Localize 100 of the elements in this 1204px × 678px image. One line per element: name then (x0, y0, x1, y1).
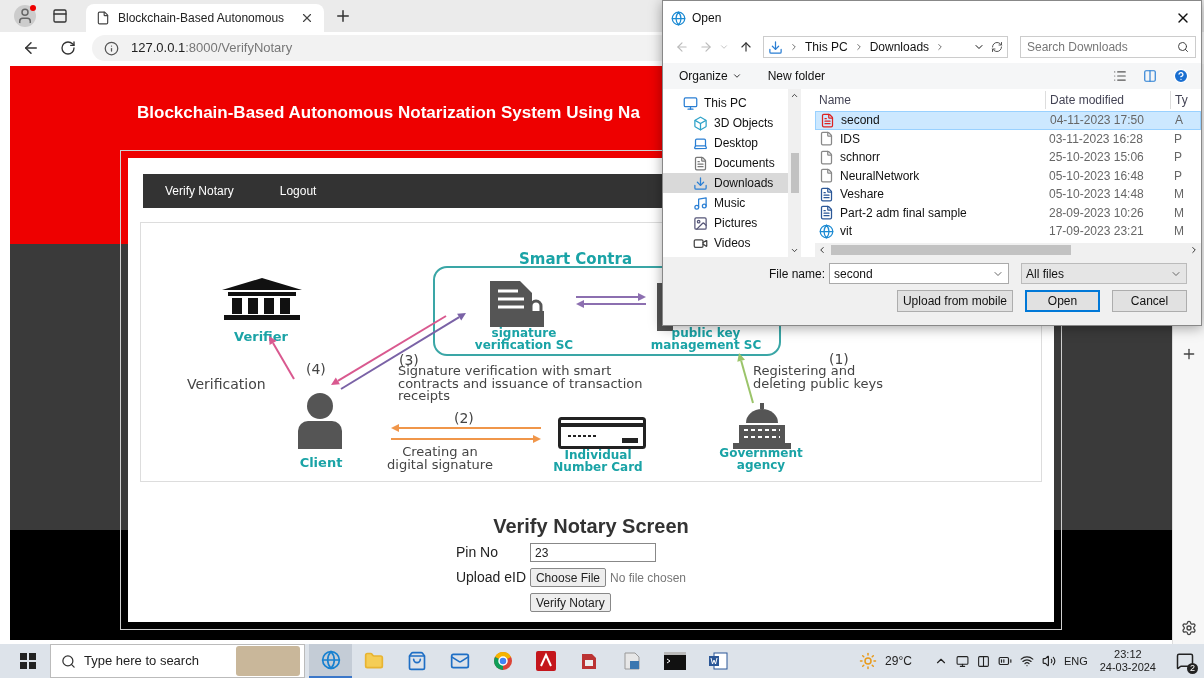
navigation-item[interactable]: This PC (663, 93, 788, 113)
file-name-field[interactable]: second (829, 263, 1009, 284)
scrollbar-thumb[interactable] (790, 153, 799, 193)
path-segment[interactable]: Downloads (869, 38, 930, 56)
search-field[interactable]: Search Downloads (1020, 36, 1196, 58)
file-type: M (1173, 223, 1185, 241)
column-header[interactable]: Ty (1170, 91, 1201, 109)
diagram-caption: Creating an digital signature (386, 446, 494, 471)
search-icon (61, 653, 76, 669)
language-indicator[interactable]: ENG (1063, 652, 1088, 670)
profile-icon[interactable] (14, 5, 36, 27)
verify-button[interactable]: Verify Notary (529, 593, 611, 612)
browser-tab[interactable]: Blockchain-Based Autonomous (86, 4, 325, 32)
column-header[interactable]: Date modified (1045, 91, 1170, 109)
step-number: (4) (306, 360, 326, 379)
start-icon[interactable] (20, 653, 36, 669)
separator-icon (789, 42, 799, 52)
file-row[interactable]: NeuralNetwork 05-10-2023 16:48 P (815, 166, 1201, 185)
new-folder-button[interactable]: New folder (767, 67, 826, 85)
diagram-label: public key management SC (649, 327, 763, 351)
music-note-icon (693, 195, 708, 211)
envelope-icon (449, 651, 470, 671)
scroll-up-icon[interactable] (790, 91, 799, 100)
view-options-icon[interactable] (1113, 69, 1127, 83)
back-icon[interactable] (22, 39, 40, 57)
dialog-button[interactable]: Open (1025, 290, 1100, 312)
file-name: schnorr (840, 149, 880, 167)
clock[interactable]: 23:12 24-03-2024 (1099, 648, 1156, 674)
shopping-bag-icon (406, 651, 427, 671)
volume-icon[interactable] (1041, 654, 1056, 668)
diagram-label: signature verification SC (473, 327, 575, 351)
nav-link[interactable]: Logout (279, 182, 317, 200)
navigation-item[interactable]: Music (663, 193, 788, 213)
navigation-item[interactable]: Downloads (663, 173, 788, 193)
scrollbar-thumb[interactable] (831, 245, 1071, 255)
nav-link[interactable]: Verify Notary (165, 182, 234, 200)
capitol-building-icon (731, 403, 793, 449)
help-icon[interactable] (1173, 68, 1189, 84)
diagram-label: Individual Number Card (552, 449, 644, 473)
file-row[interactable]: schnorr 25-10-2023 15:06 P (815, 148, 1201, 167)
word-document-icon (819, 205, 834, 221)
diagram-label: Client (298, 457, 344, 469)
info-icon[interactable] (104, 40, 119, 56)
tray-icon[interactable] (976, 654, 990, 668)
navigation-item[interactable]: Documents (663, 153, 788, 173)
file-date: 03-11-2023 16:28 (1048, 130, 1144, 148)
field-label: Pin No (455, 543, 499, 562)
tab-actions-icon[interactable] (52, 8, 68, 24)
dialog-button[interactable]: Upload from mobile (896, 290, 1013, 312)
file-row[interactable]: Veshare 05-10-2023 14:48 M (815, 185, 1201, 204)
wifi-icon[interactable] (1019, 654, 1034, 668)
pdf-file-icon (820, 112, 835, 128)
step-number: (3) (399, 351, 419, 368)
file-row[interactable]: Part-2 adm final sample 28-09-2023 10:26 M (815, 203, 1201, 222)
file-name: IDS (840, 130, 860, 148)
organize-menu[interactable]: Organize (679, 67, 742, 85)
terminal-icon (663, 652, 686, 670)
settings-icon[interactable] (1180, 620, 1197, 636)
taskbar-search-field[interactable]: Type here to search (50, 644, 305, 678)
file-status: No file chosen (610, 569, 687, 587)
file-icon (819, 149, 834, 165)
navigation-item[interactable]: Desktop (663, 133, 788, 153)
preview-pane-icon[interactable] (1143, 69, 1157, 83)
text-field[interactable]: 23 (529, 543, 656, 562)
file-row[interactable]: vit 17-09-2023 23:21 M (815, 222, 1201, 241)
arrow (737, 353, 754, 404)
picture-icon (693, 215, 708, 231)
choose-file-button[interactable]: Choose File (529, 568, 606, 587)
navigation-item[interactable]: Videos (663, 233, 788, 253)
scroll-left-icon[interactable] (817, 245, 827, 255)
file-name: vit (840, 223, 852, 241)
file-row[interactable]: IDS 03-11-2023 16:28 P (815, 129, 1201, 148)
file-type-select[interactable]: All files (1021, 263, 1187, 284)
path-segment[interactable]: This PC (805, 38, 848, 56)
dialog-button[interactable]: Cancel (1112, 290, 1187, 312)
search-placeholder: Search Downloads (1027, 39, 1128, 56)
scroll-down-icon[interactable] (790, 246, 799, 255)
word-document-icon (819, 186, 834, 202)
navigation-item[interactable]: Pictures (663, 213, 788, 233)
diagram-title: Smart Contra (519, 251, 633, 267)
site-title: Blockchain-Based Autonomous Notarization System Using Na (137, 102, 640, 124)
up-icon[interactable] (739, 40, 753, 54)
file-type: P (1173, 130, 1183, 148)
file-type: P (1173, 149, 1183, 167)
field-label: Upload eID (455, 568, 527, 587)
url-text: 127.0.0.1:8000/VerifyNotary (131, 39, 293, 58)
scroll-right-icon[interactable] (1189, 245, 1199, 255)
tray-icon[interactable] (955, 654, 969, 668)
reload-icon[interactable] (60, 40, 76, 56)
search-highlight-picture (236, 646, 300, 676)
battery-icon[interactable] (997, 654, 1012, 668)
column-header[interactable]: Name (815, 91, 1045, 109)
refresh-icon[interactable] (991, 41, 1003, 53)
path-field[interactable]: This PC Downloads (763, 36, 1008, 58)
file-row[interactable]: second 04-11-2023 17:50 A (815, 111, 1201, 130)
file-type: A (1174, 112, 1184, 130)
dialog-title: Open (692, 10, 722, 27)
navigation-item[interactable]: 3D Objects (663, 113, 788, 133)
notification-button[interactable]: 2 (1172, 648, 1198, 674)
browser-icon (671, 10, 686, 26)
